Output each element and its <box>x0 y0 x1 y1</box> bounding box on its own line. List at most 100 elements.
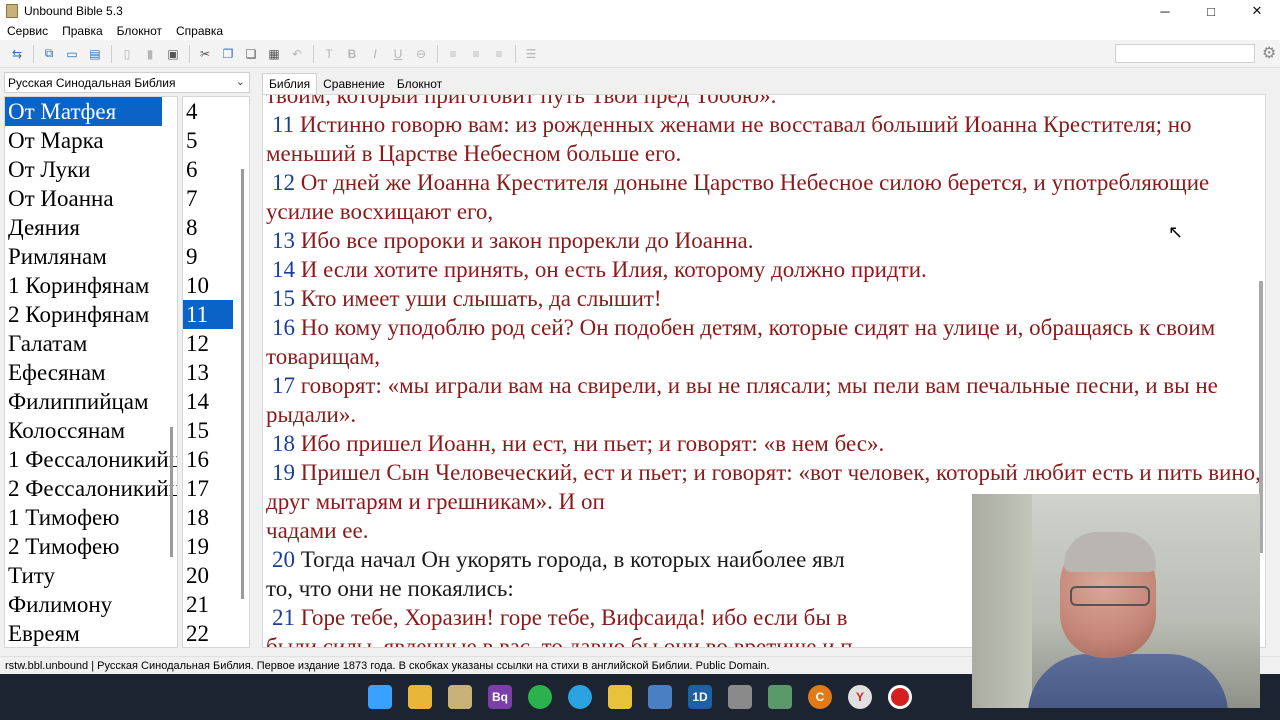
paste-icon[interactable]: ❏ <box>240 43 262 65</box>
align-center-icon[interactable]: ≡ <box>465 43 487 65</box>
bold-icon[interactable]: B <box>341 43 363 65</box>
align-right-icon[interactable]: ≡ <box>488 43 510 65</box>
tab-notepad[interactable]: Блокнот <box>391 74 448 94</box>
chapter-item[interactable]: 10 <box>183 271 233 300</box>
chapter-item[interactable]: 22 <box>183 619 233 647</box>
books-scrollbar-thumb[interactable] <box>170 427 173 557</box>
books-list[interactable]: От Матфея От Марка От Луки От Иоанна Дея… <box>4 96 178 648</box>
chapter-item[interactable]: 21 <box>183 590 233 619</box>
list-icon[interactable]: ☰ <box>520 43 542 65</box>
verse-number[interactable]: 14 <box>266 257 295 282</box>
id-app-icon[interactable]: 1D <box>688 685 712 709</box>
menu-help[interactable]: Справка <box>169 24 230 38</box>
book-item[interactable]: 1 Тимофею <box>5 503 177 532</box>
home-icon[interactable] <box>608 685 632 709</box>
open-icon[interactable]: ▮ <box>139 43 161 65</box>
layout-icon[interactable]: ⇆ <box>6 43 28 65</box>
verse-number[interactable]: 19 <box>266 460 295 485</box>
chapter-item[interactable]: 13 <box>183 358 233 387</box>
chapter-item[interactable]: 9 <box>183 242 233 271</box>
verse-number[interactable]: 17 <box>266 373 295 398</box>
windows-start-icon[interactable] <box>368 685 392 709</box>
verse-number[interactable]: 18 <box>266 431 295 456</box>
font-icon[interactable]: T <box>318 43 340 65</box>
chapter-item[interactable]: 17 <box>183 474 233 503</box>
chapter-item[interactable]: 19 <box>183 532 233 561</box>
comment-icon[interactable]: ▭ <box>61 43 83 65</box>
book-item[interactable]: Евреям <box>5 619 177 647</box>
yandex-icon[interactable]: Y <box>848 685 872 709</box>
chapter-item[interactable]: 18 <box>183 503 233 532</box>
book-item-selected[interactable]: От Матфея <box>5 97 162 126</box>
bible-select[interactable]: Русская Синодальная Библия ⌄ <box>4 72 250 93</box>
verse-number[interactable]: 16 <box>266 315 295 340</box>
save-icon[interactable]: ▣ <box>162 43 184 65</box>
menu-edit[interactable]: Правка <box>55 24 110 38</box>
record-icon[interactable] <box>888 685 912 709</box>
italic-icon[interactable]: I <box>364 43 386 65</box>
chapter-item[interactable]: 6 <box>183 155 233 184</box>
book-item[interactable]: Колоссянам <box>5 416 177 445</box>
chapter-item-selected[interactable]: 11 <box>183 300 233 329</box>
book-item[interactable]: 1 Фессалоникийцам <box>5 445 177 474</box>
unbound-bible-icon[interactable] <box>448 685 472 709</box>
verse-number[interactable]: 21 <box>266 605 295 630</box>
maximize-button[interactable]: □ <box>1188 0 1234 22</box>
book-item[interactable]: От Марка <box>5 126 177 155</box>
menu-notepad[interactable]: Блокнот <box>110 24 169 38</box>
chapter-item[interactable]: 5 <box>183 126 233 155</box>
verse-number[interactable]: 11 <box>266 112 294 137</box>
chapter-item[interactable]: 4 <box>183 97 233 126</box>
telegram-icon[interactable] <box>568 685 592 709</box>
chapter-item[interactable]: 20 <box>183 561 233 590</box>
presentation-icon[interactable] <box>648 685 672 709</box>
chapter-item[interactable]: 7 <box>183 184 233 213</box>
chapter-item[interactable]: 14 <box>183 387 233 416</box>
ccleaner-icon[interactable]: C <box>808 685 832 709</box>
tab-bible[interactable]: Библия <box>262 73 318 94</box>
book-item[interactable]: 2 Тимофею <box>5 532 177 561</box>
compare-icon[interactable]: ▤ <box>84 43 106 65</box>
close-button[interactable]: ✕ <box>1234 0 1280 22</box>
verse-number[interactable]: 15 <box>266 286 295 311</box>
screen-icon[interactable] <box>768 685 792 709</box>
book-item[interactable]: Деяния <box>5 213 177 242</box>
book-item[interactable]: 1 Коринфянам <box>5 271 177 300</box>
search-input[interactable] <box>1115 44 1255 63</box>
book-item[interactable]: 2 Коринфянам <box>5 300 177 329</box>
chapter-item[interactable]: 8 <box>183 213 233 242</box>
chapter-item[interactable]: 15 <box>183 416 233 445</box>
book-item[interactable]: Галатам <box>5 329 177 358</box>
minimize-button[interactable]: ─ <box>1142 0 1188 22</box>
chapter-item[interactable]: 16 <box>183 445 233 474</box>
copy-icon[interactable]: ❐ <box>217 43 239 65</box>
book-item[interactable]: От Луки <box>5 155 177 184</box>
bq-icon[interactable]: Bq <box>488 685 512 709</box>
book-item[interactable]: Филиппийцам <box>5 387 177 416</box>
chapter-item[interactable]: 12 <box>183 329 233 358</box>
chapters-scrollbar-thumb[interactable] <box>241 169 244 599</box>
book-item[interactable]: Ефесянам <box>5 358 177 387</box>
paste-special-icon[interactable]: ▦ <box>263 43 285 65</box>
new-icon[interactable]: ▯ <box>116 43 138 65</box>
tab-compare[interactable]: Сравнение <box>317 74 391 94</box>
verse-number[interactable]: 20 <box>266 547 295 572</box>
underline-icon[interactable]: U <box>387 43 409 65</box>
whatsapp-icon[interactable] <box>528 685 552 709</box>
book-item[interactable]: 2 Фессалоникийцам <box>5 474 177 503</box>
verse-number[interactable]: 12 <box>266 170 295 195</box>
media-icon[interactable] <box>728 685 752 709</box>
chapters-list[interactable]: 4 5 6 7 8 9 10 11 12 13 14 15 16 17 18 1… <box>182 96 250 648</box>
menu-service[interactable]: Сервис <box>0 24 55 38</box>
book-item[interactable]: Филимону <box>5 590 177 619</box>
align-left-icon[interactable]: ≡ <box>442 43 464 65</box>
undo-icon[interactable]: ↶ <box>286 43 308 65</box>
cut-icon[interactable]: ✂ <box>194 43 216 65</box>
verse-number[interactable]: 13 <box>266 228 295 253</box>
book-item[interactable]: Титу <box>5 561 177 590</box>
link-icon[interactable]: ⊖ <box>410 43 432 65</box>
copy-verses-icon[interactable]: ⧉ <box>38 43 60 65</box>
gear-icon[interactable]: ⚙ <box>1262 43 1276 63</box>
book-item[interactable]: От Иоанна <box>5 184 177 213</box>
file-explorer-icon[interactable] <box>408 685 432 709</box>
